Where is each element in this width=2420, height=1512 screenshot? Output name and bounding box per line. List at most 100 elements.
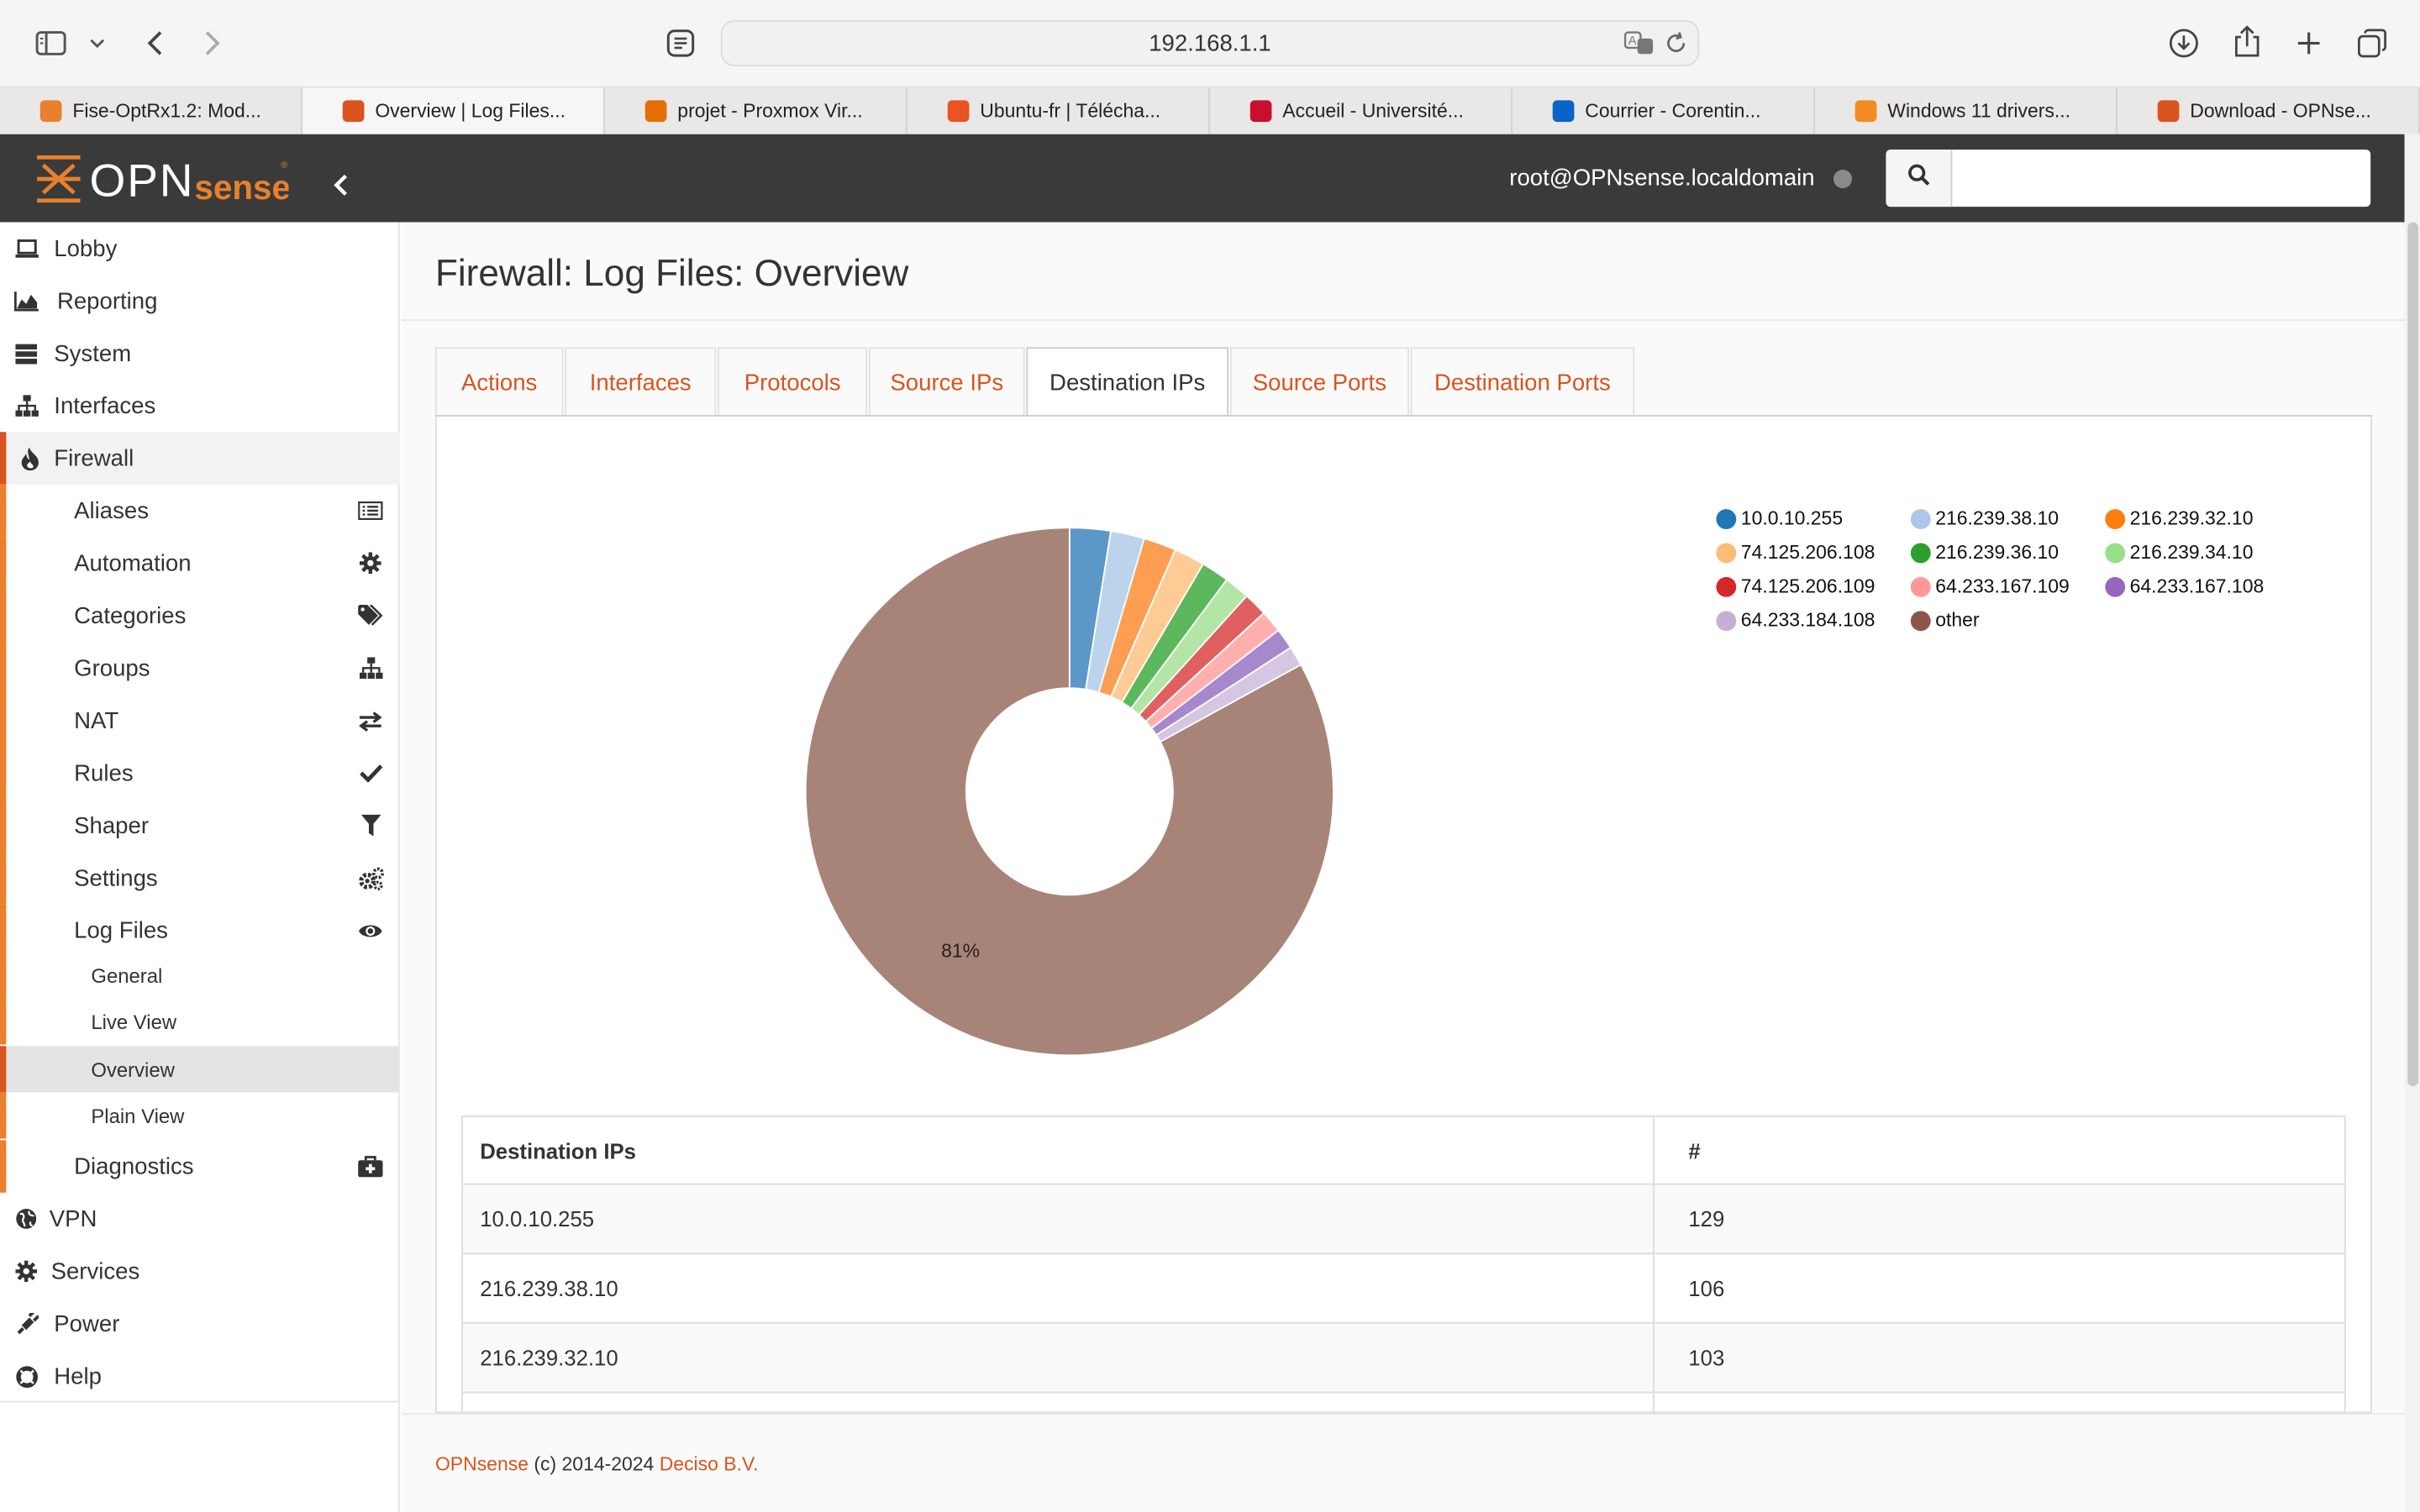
browser-tab[interactable]: Overview | Log Files... — [302, 87, 605, 134]
sidebar-item[interactable]: Plain View — [0, 1092, 400, 1139]
exchange-icon — [356, 708, 384, 732]
slice-percent-label: 81% — [941, 939, 980, 961]
legend-item[interactable]: 74.125.206.108 — [1716, 541, 1876, 564]
sidebar-item[interactable]: Diagnostics — [0, 1140, 400, 1193]
url-text[interactable]: 192.168.1.1 — [1149, 30, 1271, 56]
share-icon[interactable] — [2230, 24, 2264, 60]
sidebar-item[interactable]: Shaper — [0, 799, 400, 852]
legend-item[interactable]: 216.239.34.10 — [2105, 542, 2253, 563]
footer-company-link[interactable]: Deciso B.V. — [660, 1453, 759, 1475]
legend-label: 74.125.206.108 — [1740, 541, 1876, 564]
sidebar-item-label: Power — [54, 1310, 120, 1337]
table-row[interactable]: 10.0.10.255 129 — [461, 1184, 2346, 1255]
user-menu[interactable]: root@OPNsense.localdomain — [1509, 165, 1814, 192]
legend-swatch — [1910, 542, 1931, 563]
server-icon — [14, 341, 39, 365]
sidebar-item[interactable]: VPN — [0, 1193, 400, 1245]
sidebar-item[interactable]: General — [0, 952, 400, 999]
browser-tab[interactable]: Accueil - Université... — [1210, 87, 1512, 134]
sidebar-item[interactable]: Automation — [0, 537, 400, 590]
browser-tab-label: Ubuntu-fr | Télécha... — [980, 100, 1161, 123]
table-row[interactable] — [461, 1393, 2346, 1414]
legend-item[interactable]: 216.239.36.10 — [1910, 542, 2059, 563]
browser-tab[interactable]: Download - OPNse... — [2118, 87, 2420, 134]
url-bar[interactable]: 192.168.1.1 A — [720, 19, 1700, 66]
area-chart-icon — [13, 288, 39, 312]
sidebar-item[interactable]: Settings — [0, 851, 400, 905]
favicon-icon — [39, 100, 62, 123]
legend-item[interactable]: 216.239.32.10 — [2105, 507, 2253, 529]
sidebar-item-label: Services — [50, 1257, 140, 1285]
sidebar-item[interactable]: Groups — [0, 642, 400, 695]
back-icon[interactable] — [139, 26, 170, 60]
sidebar-item-label: Lobby — [54, 235, 118, 262]
tab-protocols[interactable]: Protocols — [718, 347, 868, 417]
forward-icon[interactable] — [197, 26, 229, 60]
table-row[interactable]: 216.239.38.10 106 — [461, 1254, 2346, 1324]
browser-tab[interactable]: Ubuntu-fr | Télécha... — [908, 87, 1210, 134]
sidebar-item-label: Firewall — [54, 444, 134, 472]
search-button[interactable] — [1886, 150, 1953, 207]
sidebar-item[interactable]: Services — [0, 1245, 400, 1297]
download-icon[interactable] — [2167, 26, 2201, 60]
sidebar-item[interactable]: Aliases — [0, 484, 400, 538]
legend-item[interactable]: 74.125.206.109 — [1716, 575, 1875, 597]
scrollbar-thumb[interactable] — [2407, 222, 2419, 1087]
search-input[interactable] — [1952, 150, 2371, 207]
sidebar-item[interactable]: Interfaces — [0, 380, 400, 432]
legend-item[interactable]: 64.233.167.108 — [2105, 575, 2264, 597]
table-cell-count: 103 — [1688, 1345, 1725, 1370]
legend-item[interactable]: other — [1910, 609, 1980, 631]
tab-overview-icon[interactable] — [2355, 26, 2389, 60]
reload-icon[interactable] — [1664, 31, 1688, 62]
sidebar-item[interactable]: System — [0, 327, 400, 379]
legend-item[interactable]: 64.233.184.108 — [1716, 609, 1875, 631]
chevron-down-icon[interactable] — [87, 31, 108, 55]
legend-item[interactable]: 10.0.10.255 — [1716, 507, 1843, 529]
sidebar-item[interactable]: Categories — [0, 589, 400, 643]
sidebar-item[interactable]: Overview — [0, 1046, 400, 1093]
tab-actions[interactable]: Actions — [434, 347, 564, 417]
sidebar-item[interactable]: NAT — [0, 694, 400, 747]
tab-destination-ports[interactable]: Destination Ports — [1410, 347, 1635, 417]
browser-tab[interactable]: Courrier - Corentin... — [1512, 87, 1815, 134]
list-icon — [356, 498, 384, 522]
sidebar-item[interactable]: Power — [0, 1298, 400, 1350]
sidebar-item-label: Reporting — [56, 287, 158, 314]
footer-brand-link[interactable]: OPNsense — [435, 1453, 529, 1475]
sidebar-toggle-icon[interactable] — [34, 26, 67, 60]
sidebar-item-label: Overview — [91, 1058, 175, 1081]
sidebar-item[interactable]: Lobby — [0, 222, 400, 274]
sidebar-item[interactable]: Help — [0, 1350, 400, 1402]
legend-swatch — [1716, 542, 1737, 563]
legend-item[interactable]: 216.239.38.10 — [1910, 507, 2059, 529]
tab-source-ports[interactable]: Source Ports — [1229, 347, 1409, 417]
sidebar-item-label: Automation — [74, 549, 192, 577]
legend-label: 64.233.167.108 — [2129, 575, 2265, 597]
browser-tab[interactable]: Windows 11 drivers... — [1815, 87, 2118, 134]
table-row[interactable]: 216.239.32.10 103 — [461, 1323, 2346, 1394]
sidebar-item[interactable]: Firewall — [0, 432, 400, 485]
sidebar-item[interactable]: Reporting — [0, 275, 400, 327]
column-header[interactable]: Destination IPs — [480, 1138, 636, 1163]
sidebar-item-label: Interfaces — [54, 392, 156, 419]
browser-tab[interactable]: Fise-OptRx1.2: Mod... — [0, 87, 302, 134]
new-tab-icon[interactable] — [2291, 26, 2325, 60]
sidebar-collapse-icon[interactable] — [329, 170, 353, 201]
reader-icon[interactable] — [664, 26, 697, 60]
tab-source-ips[interactable]: Source IPs — [869, 347, 1025, 417]
legend-swatch — [1716, 508, 1737, 529]
browser-tab[interactable]: projet - Proxmox Vir... — [605, 87, 908, 134]
column-header[interactable]: # — [1688, 1138, 1700, 1163]
sidebar-item[interactable]: Log Files — [0, 904, 400, 957]
legend-label: 74.125.206.109 — [1740, 575, 1876, 597]
tab-destination-ips[interactable]: Destination IPs — [1026, 347, 1229, 418]
table-cell-count: 106 — [1688, 1275, 1725, 1301]
sidebar-item[interactable]: Rules — [0, 746, 400, 800]
tab-interfaces[interactable]: Interfaces — [565, 347, 717, 417]
gear-icon — [356, 551, 384, 575]
translate-icon[interactable]: A — [1623, 31, 1655, 62]
opnsense-logo[interactable]: OPN sense ® — [34, 153, 291, 207]
sidebar-item[interactable]: Live View — [0, 998, 400, 1045]
legend-item[interactable]: 64.233.167.109 — [1910, 575, 2070, 597]
